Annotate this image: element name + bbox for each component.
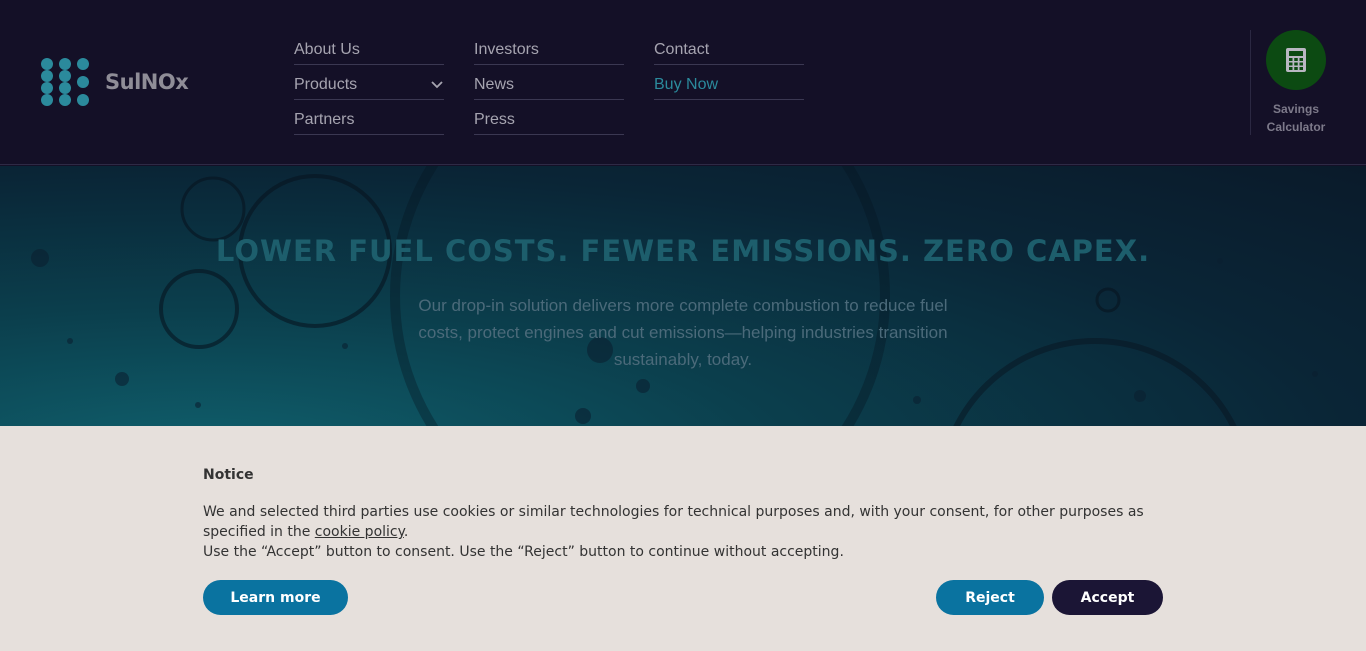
calculator-label: Savings Calculator: [1256, 100, 1336, 136]
calculator-label-line1: Savings: [1272, 102, 1320, 116]
header-divider: [1250, 30, 1251, 135]
nav-investors[interactable]: Investors: [474, 30, 624, 65]
nav-contact[interactable]: Contact: [654, 30, 804, 65]
calculator-label-line2: Calculator: [1266, 120, 1326, 134]
brand-name: SulNOx: [105, 70, 189, 94]
notice-text: We and selected third parties use cookie…: [203, 502, 1168, 562]
nav-label: Buy Now: [654, 76, 719, 93]
calculator-button[interactable]: [1266, 30, 1326, 90]
savings-calculator-link[interactable]: Savings Calculator: [1256, 30, 1336, 136]
nav-press[interactable]: Press: [474, 100, 624, 135]
nav-label: Press: [474, 111, 515, 128]
nav-partners[interactable]: Partners: [294, 100, 444, 135]
logo-mark-icon: [41, 58, 89, 106]
nav-label: Partners: [294, 111, 355, 128]
nav-column-3: Contact Buy Now: [654, 30, 804, 100]
notice-title: Notice: [203, 467, 254, 483]
nav-about-us[interactable]: About Us: [294, 30, 444, 65]
nav-label: Products: [294, 76, 358, 93]
nav-label: Investors: [474, 41, 539, 58]
hero-banner: LOWER FUEL COSTS. FEWER EMISSIONS. ZERO …: [0, 166, 1366, 426]
brand-logo[interactable]: SulNOx: [40, 56, 189, 108]
chevron-down-icon[interactable]: [431, 81, 443, 89]
reject-button[interactable]: Reject: [936, 580, 1044, 615]
nav-products[interactable]: Products: [294, 65, 444, 100]
nav-label: News: [474, 76, 515, 93]
nav-buy-now[interactable]: Buy Now: [654, 65, 804, 100]
nav-column-1: About Us Products Partners: [294, 30, 444, 135]
nav-news[interactable]: News: [474, 65, 624, 100]
notice-text-period: .: [403, 524, 409, 540]
cookie-policy-link[interactable]: cookie policy: [315, 524, 404, 540]
hero-title: LOWER FUEL COSTS. FEWER EMISSIONS. ZERO …: [215, 234, 1151, 268]
cookie-notice: Notice We and selected third parties use…: [0, 426, 1366, 651]
notice-text-line2: Use the “Accept” button to consent. Use …: [203, 544, 844, 560]
hero-subtitle: Our drop-in solution delivers more compl…: [418, 296, 948, 369]
nav-label: About Us: [294, 41, 360, 58]
calculator-icon: [1286, 48, 1306, 72]
nav-column-2: Investors News Press: [474, 30, 624, 135]
site-header: SulNOx About Us Products Partners Invest…: [0, 0, 1366, 165]
accept-button[interactable]: Accept: [1052, 580, 1163, 615]
nav-label: Contact: [654, 41, 710, 58]
learn-more-button[interactable]: Learn more: [203, 580, 348, 615]
